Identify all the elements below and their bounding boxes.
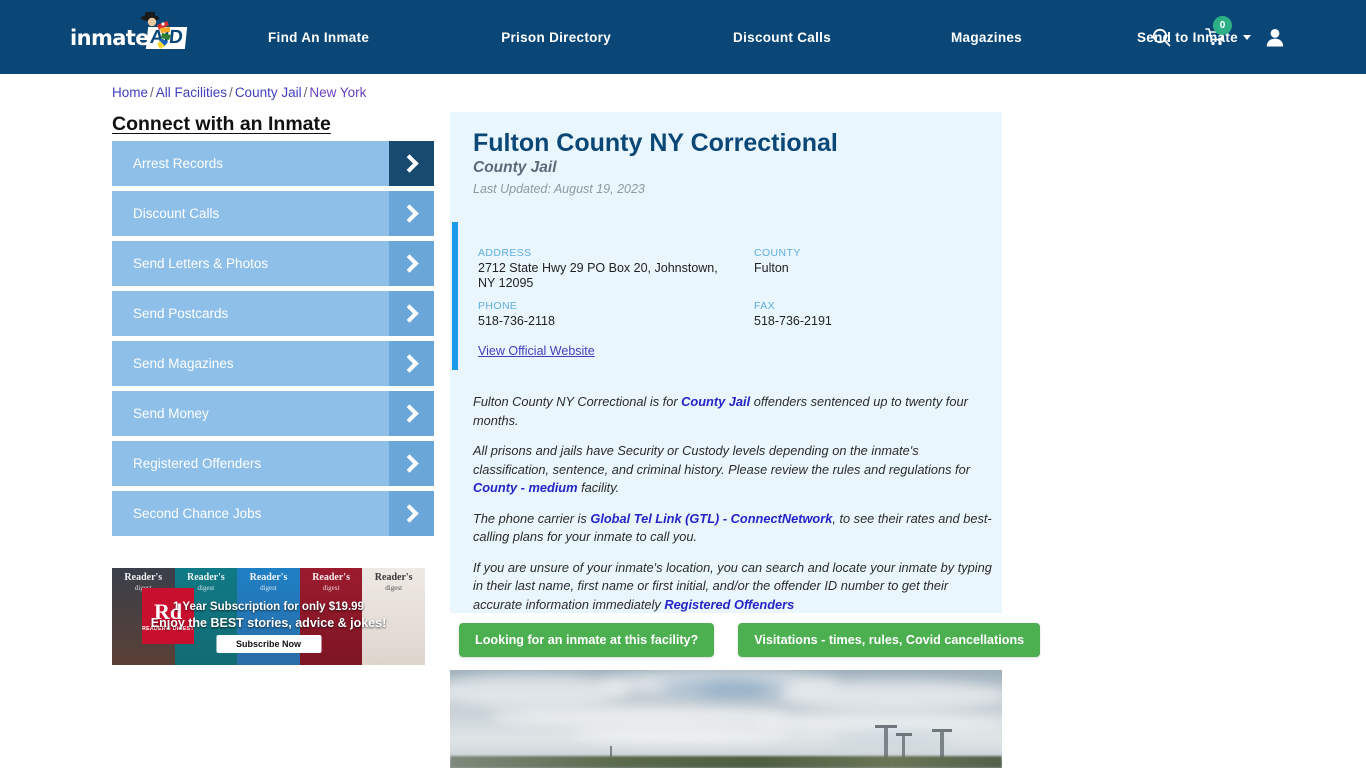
ad-cover-title: Reader's	[249, 572, 288, 583]
page-title: Fulton County NY Correctional	[473, 129, 838, 157]
breadcrumb-item-home[interactable]: Home	[112, 85, 148, 100]
sidebar-item-label: Send Magazines	[133, 356, 234, 371]
fax-value: 518-736-2191	[754, 314, 832, 328]
breadcrumb-item-county-jail[interactable]: County Jail	[235, 85, 302, 100]
phone-label: PHONE	[478, 300, 518, 312]
sidebar-item-arrest-records[interactable]: Arrest Records	[112, 141, 434, 186]
chevron-right-icon	[389, 441, 434, 486]
ad-cover-title: Reader's	[187, 572, 225, 583]
cta-spacer	[714, 623, 738, 657]
view-official-website-link[interactable]: View Official Website	[478, 344, 595, 358]
link-registered-offenders[interactable]: Registered Offenders	[664, 597, 794, 612]
desc-text: The phone carrier is	[473, 510, 591, 526]
ad-subscribe-button[interactable]: Subscribe Now	[215, 635, 322, 653]
chevron-right-icon	[389, 141, 434, 186]
looking-for-inmate-button[interactable]: Looking for an inmate at this facility?	[459, 623, 715, 657]
facility-description: Fulton County NY Correctional is for Cou…	[473, 393, 993, 626]
county-label: COUNTY	[754, 247, 801, 259]
link-county-jail[interactable]: County Jail	[681, 394, 750, 409]
nav-discount-calls[interactable]: Discount Calls	[733, 30, 831, 45]
breadcrumb: Home / All Facilities / County Jail / New York	[112, 85, 366, 100]
nav-magazines[interactable]: Magazines	[951, 30, 1022, 45]
sidebar-item-send-letters-photos[interactable]: Send Letters & Photos	[112, 241, 434, 286]
sidebar-item-label: Send Money	[133, 406, 209, 421]
chevron-right-icon	[389, 291, 434, 336]
sidebar-item-label: Registered Offenders	[133, 456, 262, 471]
nav-prison-directory[interactable]: Prison Directory	[501, 30, 611, 45]
link-phone-carrier[interactable]: Global Tel Link (GTL) - ConnectNetwork	[590, 511, 832, 526]
facility-info-panel: Fulton County NY Correctional County Jai…	[450, 112, 1002, 613]
ad-headline: 1 Year Subscription for only $19.99	[173, 601, 364, 613]
breadcrumb-separator: /	[150, 85, 154, 100]
ad-cover-title: Reader's	[374, 572, 413, 583]
sidebar-item-label: Arrest Records	[133, 156, 224, 171]
sidebar-item-send-postcards[interactable]: Send Postcards	[112, 291, 434, 336]
search-icon[interactable]	[1152, 28, 1171, 47]
cart-count-badge: 0	[1213, 16, 1232, 35]
sidebar-heading: Connect with an Inmate	[112, 113, 331, 135]
sidebar-item-label: Send Postcards	[133, 306, 229, 321]
link-county-medium[interactable]: County - medium	[473, 480, 578, 495]
phone-value: 518-736-2118	[478, 314, 555, 328]
sidebar-menu: Arrest Records Discount Calls Send Lette…	[112, 141, 434, 541]
sidebar-item-registered-offenders[interactable]: Registered Offenders	[112, 441, 434, 486]
chevron-right-icon	[389, 341, 434, 386]
advertisement-banner[interactable]: Reader's digest Reader's digest Reader's…	[112, 568, 425, 665]
breadcrumb-separator: /	[229, 85, 233, 100]
accent-bar	[452, 222, 458, 370]
desc-text: Fulton County NY Correctional is for	[473, 394, 682, 409]
ad-cover-sub: digest	[322, 584, 340, 592]
cta-button-row: Looking for an inmate at this facility? …	[459, 623, 1041, 657]
facility-type: County Jail	[473, 159, 557, 176]
sidebar-item-label: Discount Calls	[133, 206, 220, 221]
breadcrumb-item-all-facilities[interactable]: All Facilities	[156, 85, 227, 100]
last-updated: Last Updated: August 19, 2023	[473, 182, 645, 196]
desc-text: facility.	[577, 480, 620, 495]
ad-cover-sub: digest	[260, 584, 277, 592]
site-logo[interactable]: inmateAID	[70, 12, 194, 58]
chevron-right-icon	[389, 191, 434, 236]
sidebar-item-discount-calls[interactable]: Discount Calls	[112, 191, 434, 236]
breadcrumb-item-new-york[interactable]: New York	[309, 85, 366, 100]
ad-cover-sub: digest	[385, 584, 403, 592]
chevron-right-icon	[389, 241, 434, 286]
header-icon-group: 0	[1152, 0, 1366, 74]
address-label: ADDRESS	[478, 247, 532, 259]
nav-find-an-inmate[interactable]: Find An Inmate	[268, 30, 369, 45]
desc-text: All prisons and jails have Security or C…	[473, 443, 970, 477]
ad-subheadline: Enjoy the BEST stories, advice & jokes!	[150, 616, 387, 630]
sidebar-item-send-magazines[interactable]: Send Magazines	[112, 341, 434, 386]
fax-label: FAX	[754, 300, 776, 312]
user-account-icon[interactable]	[1266, 28, 1284, 47]
chevron-right-icon	[389, 491, 434, 536]
description-paragraph-3: The phone carrier is Global Tel Link (GT…	[473, 510, 993, 547]
description-paragraph-2: All prisons and jails have Security or C…	[473, 442, 993, 498]
sidebar-item-label: Send Letters & Photos	[133, 256, 269, 271]
mascot-icon	[141, 12, 171, 49]
sidebar-item-label: Second Chance Jobs	[133, 506, 262, 521]
shopping-cart-icon[interactable]: 0	[1205, 16, 1232, 47]
sidebar-item-second-chance-jobs[interactable]: Second Chance Jobs	[112, 491, 434, 536]
address-value: 2712 State Hwy 29 PO Box 20, Johnstown, …	[478, 261, 718, 290]
description-paragraph-1: Fulton County NY Correctional is for Cou…	[473, 393, 993, 430]
ad-cover-title: Reader's	[124, 572, 163, 583]
tree-line	[450, 756, 1002, 768]
description-paragraph-4: If you are unsure of your inmate's locat…	[473, 559, 993, 615]
ad-cover-title: Reader's	[312, 572, 350, 583]
contact-info-block: ADDRESS 2712 State Hwy 29 PO Box 20, Joh…	[452, 222, 1000, 374]
main-navigation: Find An Inmate Prison Directory Discount…	[268, 0, 1251, 74]
sidebar-item-send-money[interactable]: Send Money	[112, 391, 434, 436]
facility-photo	[450, 670, 1002, 768]
site-header: inmateAID Find An Inmate Prison Director…	[0, 0, 1366, 74]
visitations-button[interactable]: Visitations - times, rules, Covid cancel…	[738, 623, 1041, 657]
county-value: Fulton	[754, 261, 789, 275]
breadcrumb-separator: /	[303, 85, 308, 100]
chevron-right-icon	[389, 391, 434, 436]
